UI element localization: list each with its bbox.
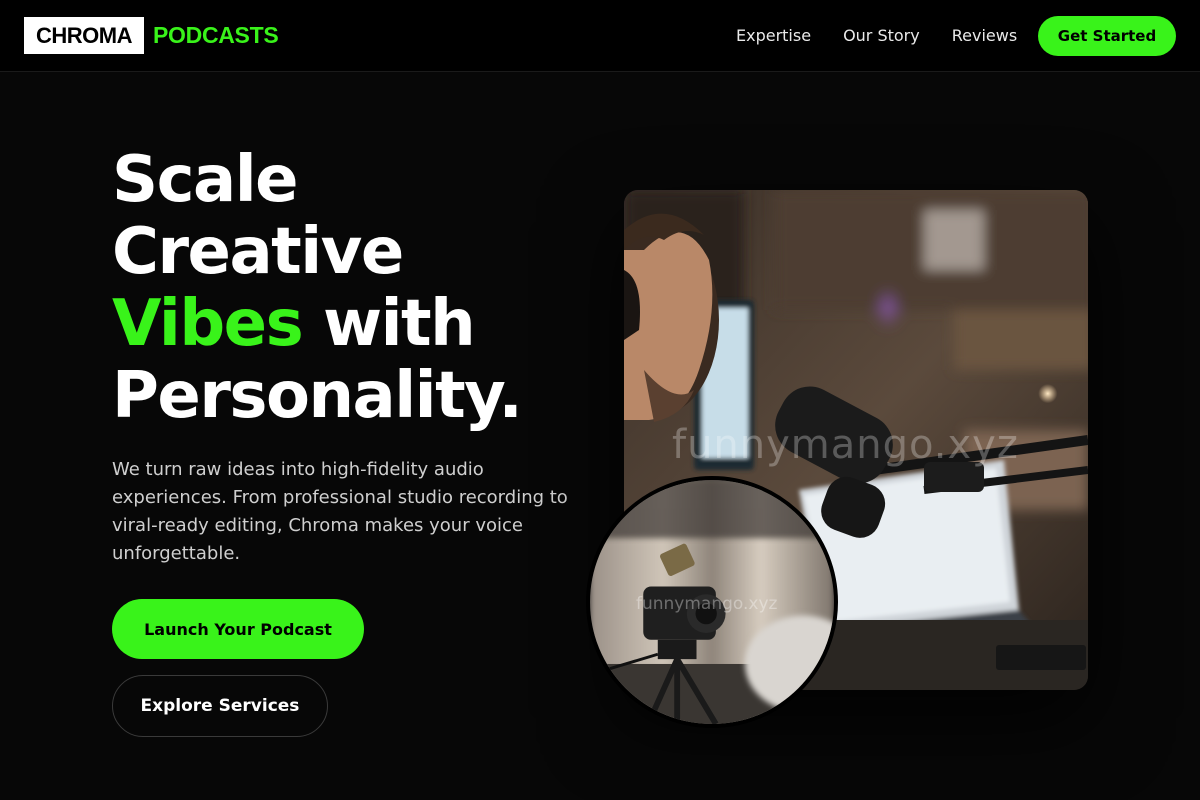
nav-link-expertise[interactable]: Expertise	[736, 26, 811, 46]
nav-link-reviews[interactable]: Reviews	[952, 26, 1017, 46]
hero-title-line-3: Vibes with	[112, 288, 592, 360]
top-navbar: CHROMA PODCASTS Expertise Our Story Revi…	[0, 0, 1200, 72]
hero-title-line-2: Creative	[112, 215, 404, 289]
hero-title-line-3-rest: with	[302, 287, 476, 361]
hero-description: We turn raw ideas into high-fidelity aud…	[112, 459, 568, 564]
nav-links: Expertise Our Story Reviews	[736, 26, 1049, 46]
explore-services-button[interactable]: Explore Services	[112, 675, 328, 737]
camera-tripod-photo	[586, 476, 838, 728]
hero-title: Scale Creative Vibes with Personality.	[112, 144, 592, 432]
hero-title-line-1: Scale	[112, 143, 299, 217]
brand-logo[interactable]: CHROMA PODCASTS	[24, 17, 279, 54]
hero-title-accent-word: Vibes	[112, 287, 304, 361]
hero-title-line-4: Personality.	[112, 359, 523, 433]
brand-name-box: CHROMA	[24, 17, 144, 54]
nav-link-our-story[interactable]: Our Story	[843, 26, 920, 46]
brand-name-accent: PODCASTS	[153, 22, 279, 48]
get-started-button[interactable]: Get Started	[1038, 16, 1176, 56]
launch-podcast-button[interactable]: Launch Your Podcast	[112, 599, 364, 659]
